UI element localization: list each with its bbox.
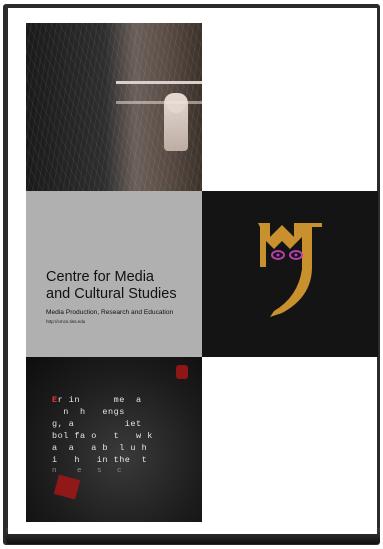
light-bar [116, 101, 202, 104]
title-panel: Centre for Media and Cultural Studies Me… [26, 191, 202, 357]
type-line: bol fa o t w k [52, 431, 153, 441]
cover-title: Centre for Media and Cultural Studies [46, 269, 196, 303]
mj-monogram-logo-icon [258, 223, 322, 317]
logo-tile [202, 191, 378, 357]
cover-sleeve: Centre for Media and Cultural Studies Me… [8, 8, 378, 534]
title-line-2: and Cultural Studies [46, 286, 177, 302]
standing-figure [164, 93, 188, 151]
type-line: Er in me a [52, 395, 142, 405]
cover-url: http://cmcs.tiss.edu [46, 319, 86, 324]
light-bar [116, 81, 202, 84]
red-cube-shape [53, 474, 81, 500]
typography-tile: Er in me a n h engs g, a iet bol fa o t … [26, 357, 202, 522]
photo-tile-figure-in-lights [26, 23, 202, 191]
cover-subtitle: Media Production, Research and Education [46, 309, 174, 316]
type-line-faint: n e s c [52, 467, 123, 475]
type-line: i h in the t [52, 455, 148, 465]
type-line: a a a b l u h [52, 443, 148, 453]
red-cube-shape [176, 365, 188, 379]
type-line: n h engs [52, 407, 125, 417]
type-line: g, a iet [52, 419, 142, 429]
title-line-1: Centre for Media [46, 269, 154, 285]
